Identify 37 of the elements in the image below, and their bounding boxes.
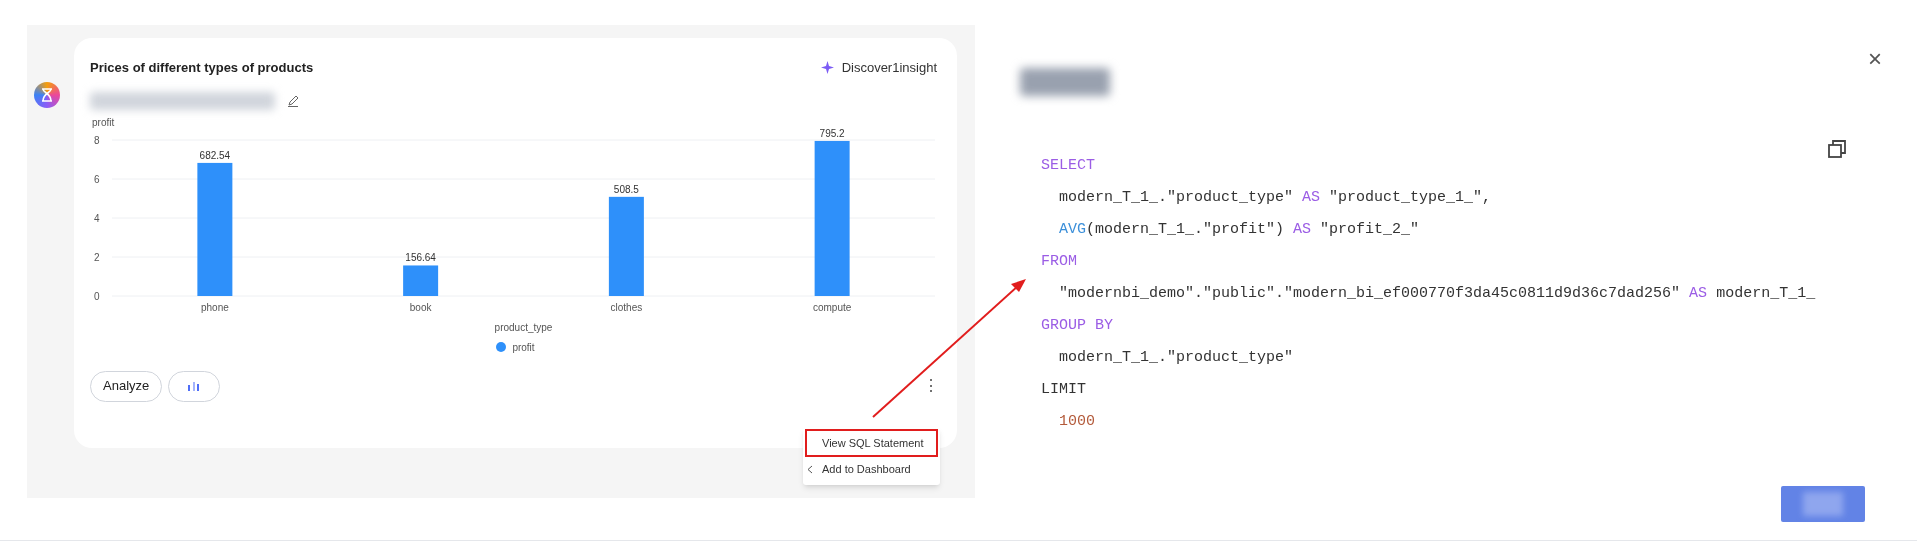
y-tick-label: 8 <box>94 134 100 146</box>
y-tick-label: 2 <box>94 251 100 263</box>
code-line: GROUP BY <box>1041 316 1114 336</box>
copy-icon[interactable] <box>1827 139 1847 159</box>
x-tick-label: book <box>409 301 432 313</box>
menu-item[interactable]: Add to Dashboard <box>807 457 936 481</box>
value-label: 156.64 <box>405 251 436 263</box>
more-button[interactable]: ⋮ <box>923 374 939 398</box>
value-label: 795.2 <box>819 127 845 139</box>
y-axis-title: profit <box>92 116 115 128</box>
y-tick-label: 0 <box>94 290 100 302</box>
code-line: modern_T_1_.″product_type″ AS ″product_type_1_″, <box>1058 188 1493 208</box>
code-line: modern_T_1_.″product_type″ <box>1058 348 1295 368</box>
code-line: SELECT <box>1041 156 1096 176</box>
x-tick-label: clothes <box>610 301 643 313</box>
avatar-icon <box>34 82 60 108</box>
bar <box>403 264 439 296</box>
y-tick-label: 6 <box>94 173 100 185</box>
close-button[interactable]: × <box>1868 47 1882 71</box>
x-tick-label: phone <box>200 301 229 313</box>
legend-label: profit <box>512 340 535 355</box>
code-line: AVG(modern_T_1_.″profit″) AS ″profit_2_″ <box>1058 220 1421 240</box>
bar-chart-icon <box>187 381 202 391</box>
code-line: 1000 <box>1058 412 1096 432</box>
code-line: ″modernbi_demo″.″public″.″modern_bi_ef000770f3da45c0811d9d36c7dad256″ AS modern_T_1_ <box>1058 284 1816 304</box>
card-title: Prices of different types of products <box>90 59 314 77</box>
sparkle-icon <box>820 61 834 75</box>
menu-item[interactable]: View SQL Statement <box>807 431 936 455</box>
x-axis-title: product_type <box>494 321 553 333</box>
code-line: LIMIT <box>1041 380 1087 400</box>
code-line: FROM <box>1041 252 1078 272</box>
discover-insight-button[interactable]: Discover1insight <box>820 58 937 78</box>
value-label: 508.5 <box>613 183 639 195</box>
edit-icon[interactable] <box>287 94 299 107</box>
y-tick-label: 4 <box>94 212 100 224</box>
value-label: 682.54 <box>199 149 231 161</box>
x-tick-label: compute <box>812 301 852 313</box>
